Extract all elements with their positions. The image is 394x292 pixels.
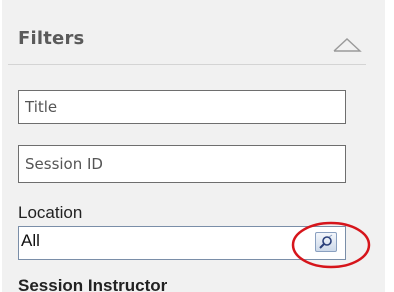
session-instructor-label: Session Instructor [18,276,168,292]
session-id-input[interactable] [18,145,346,183]
lookup-icon[interactable] [315,232,337,252]
chevron-up-icon[interactable] [331,34,363,56]
location-select[interactable]: All [18,226,346,260]
filters-title: Filters [18,28,85,49]
location-label: Location [18,203,83,222]
title-input[interactable] [18,90,346,124]
filters-panel: Filters Location All Session Instructor [0,0,394,292]
location-selected-value: All [21,231,40,250]
title-divider [8,64,366,65]
